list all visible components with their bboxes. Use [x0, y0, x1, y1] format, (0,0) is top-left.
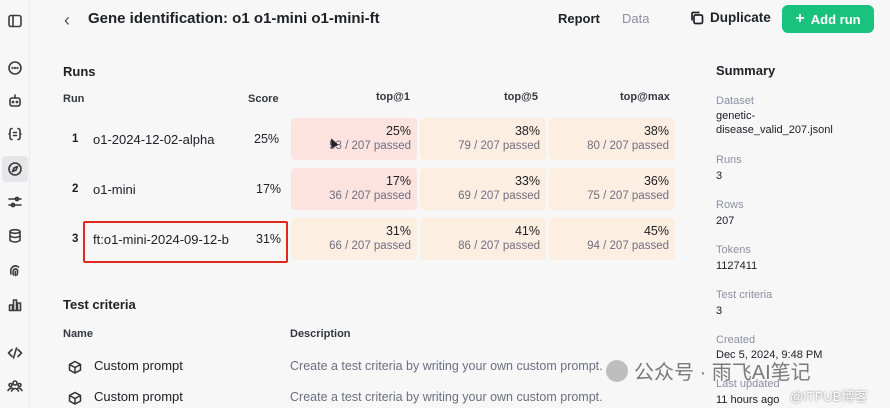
left-nav-rail [0, 0, 30, 408]
runs-heading: Runs [63, 64, 96, 79]
cell-percent: 17% [385, 174, 411, 188]
dataset-label: Dataset [716, 95, 754, 107]
sidebar-toggle-icon[interactable] [6, 12, 24, 30]
code-icon[interactable] [6, 344, 24, 362]
dataset-value-line2[interactable]: disease_valid_207.jsonl [716, 123, 833, 137]
result-cell[interactable]: 36% 75 / 207 passed [549, 168, 675, 210]
test-criteria-value: 3 [716, 305, 723, 317]
run-number: 1 [72, 133, 79, 145]
tokens-value: 1127411 [716, 260, 758, 272]
result-cell[interactable]: 17% 36 / 207 passed [291, 168, 417, 210]
runs-label: Runs [716, 154, 742, 166]
col-description: Description [290, 328, 351, 340]
cell-percent: 38% [643, 124, 669, 138]
report-main: Runs Run Score top@1 top@5 top@max 1 o1-… [30, 40, 690, 408]
braces-icon[interactable] [6, 125, 24, 143]
sliders-icon[interactable] [6, 193, 24, 211]
result-cell[interactable]: 38% 80 / 207 passed [549, 118, 675, 160]
result-cell[interactable]: 41% 86 / 207 passed [420, 218, 546, 260]
database-icon[interactable] [6, 227, 24, 245]
criteria-name[interactable]: Custom prompt [94, 358, 183, 373]
col-name: Name [63, 328, 93, 340]
page-title: Gene identification: o1 o1-mini o1-mini-… [88, 10, 380, 27]
cube-icon [68, 391, 82, 405]
fingerprint-icon[interactable] [6, 261, 24, 279]
col-topmax: top@max [620, 91, 670, 103]
rows-label: Rows [716, 199, 744, 211]
users-icon[interactable] [6, 377, 24, 395]
cell-percent: 45% [643, 224, 669, 238]
watermark-sub: @ITPUB博客 [790, 389, 868, 404]
chat-icon[interactable] [6, 59, 24, 77]
criteria-description: Create a test criteria by writing your o… [290, 390, 603, 404]
cell-passed: 79 / 207 passed [458, 140, 540, 152]
run-score: 17% [256, 182, 282, 196]
cube-icon [68, 360, 82, 374]
cell-passed: 36 / 207 passed [329, 190, 411, 202]
col-score: Score [248, 93, 279, 105]
result-cell[interactable]: 45% 94 / 207 passed [549, 218, 675, 260]
run-number: 2 [72, 183, 79, 195]
cell-percent: 25% [385, 124, 411, 138]
result-cell[interactable]: 33% 69 / 207 passed [420, 168, 546, 210]
cell-passed: 69 / 207 passed [458, 190, 540, 202]
runs-value: 3 [716, 170, 723, 182]
dataset-value-line1[interactable]: genetic- [716, 109, 755, 123]
cell-passed: 86 / 207 passed [458, 240, 540, 252]
cell-percent: 31% [385, 224, 411, 238]
summary-panel: Summary Dataset genetic- disease_valid_2… [716, 0, 890, 408]
rows-value: 207 [716, 215, 735, 227]
cell-percent: 38% [514, 124, 540, 138]
cell-passed: 66 / 207 passed [329, 240, 411, 252]
copy-icon [691, 11, 704, 24]
run-number: 3 [72, 233, 79, 245]
assistant-icon[interactable] [6, 92, 24, 110]
watermark: 公众号 · 雨飞AI笔记 [606, 356, 811, 385]
cell-percent: 41% [514, 224, 540, 238]
cell-passed: 75 / 207 passed [587, 190, 669, 202]
test-criteria-label: Test criteria [716, 289, 773, 301]
col-top5: top@5 [504, 91, 538, 103]
criteria-heading: Test criteria [63, 297, 136, 312]
cell-percent: 36% [643, 174, 669, 188]
cell-passed: 53 / 207 passed [329, 140, 411, 152]
chart-icon[interactable] [6, 296, 24, 314]
run-score: 25% [254, 132, 280, 146]
chevron-left-icon[interactable]: ‹ [64, 10, 70, 31]
col-top1: top@1 [376, 91, 410, 103]
cell-passed: 80 / 207 passed [587, 140, 669, 152]
summary-heading: Summary [716, 63, 776, 78]
criteria-description: Create a test criteria by writing your o… [290, 359, 603, 373]
tab-report[interactable]: Report [558, 11, 600, 26]
last-updated-value: 11 hours ago [716, 394, 780, 406]
compass-icon[interactable] [2, 156, 28, 182]
created-label: Created [716, 334, 756, 346]
result-cell[interactable]: 25% 53 / 207 passed [291, 118, 417, 160]
tokens-label: Tokens [716, 244, 751, 256]
run-name[interactable]: o1-2024-12-02-alpha [93, 132, 214, 147]
watermark-text: 公众号 · 雨飞AI笔记 [634, 362, 811, 384]
cell-passed: 94 / 207 passed [587, 240, 669, 252]
cell-percent: 33% [514, 174, 540, 188]
run-name[interactable]: o1-mini [93, 182, 136, 197]
criteria-name[interactable]: Custom prompt [94, 389, 183, 404]
highlight-box [83, 221, 288, 263]
result-cell[interactable]: 31% 66 / 207 passed [291, 218, 417, 260]
tab-data[interactable]: Data [622, 11, 649, 26]
result-cell[interactable]: 38% 79 / 207 passed [420, 118, 546, 160]
col-run: Run [63, 93, 85, 105]
wechat-logo-icon [606, 359, 628, 382]
